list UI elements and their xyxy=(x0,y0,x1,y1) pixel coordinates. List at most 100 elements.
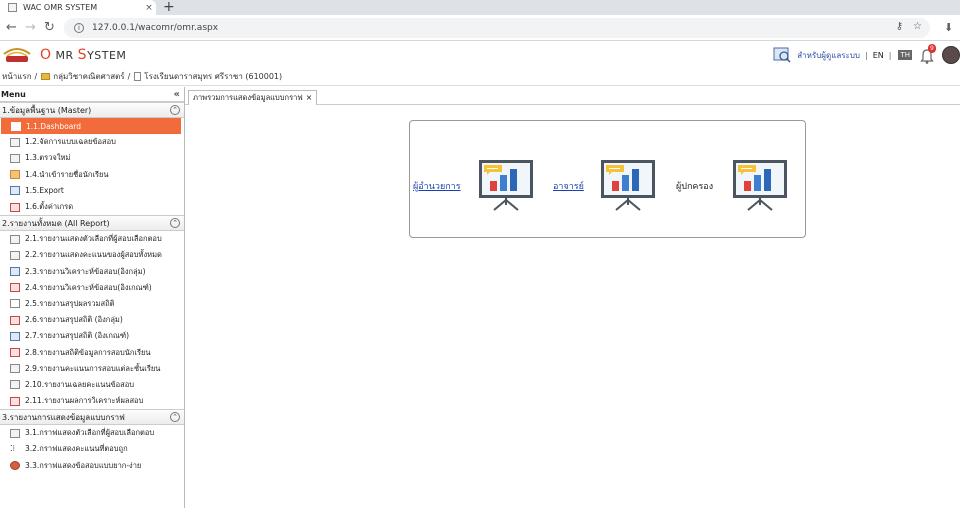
content-tabbar: ภาพรวมการแสดงข้อมูลแบบกราฟ × xyxy=(185,87,960,105)
menu-item-dashboard[interactable]: 1.1.Dashboard xyxy=(1,118,181,135)
report-icon xyxy=(10,267,20,277)
browser-tab[interactable]: WAC OMR SYSTEM × xyxy=(0,0,156,15)
close-tab-icon[interactable]: × xyxy=(306,91,313,105)
menu-item-grade-settings[interactable]: 1.6.ตั้งค่าเกรด xyxy=(0,199,184,215)
menu-item-report[interactable]: 2.4.รายงานวิเคราะห์ข้อสอบ(อิงเกณฑ์) xyxy=(0,280,184,296)
menu-item-report[interactable]: 2.2.รายงานแสดงคะแนนของผู้สอบทั้งหมด xyxy=(0,247,184,263)
menu-group-reports[interactable]: 2.รายงานทั้งหมด (All Report) ⌃ xyxy=(0,215,184,232)
menu-item-report[interactable]: 2.1.รายงานแสดงตัวเลือกที่ผู้สอบเลือกตอบ xyxy=(0,231,184,247)
collapse-group-icon[interactable]: ⌃ xyxy=(170,218,180,229)
breadcrumb-school: โรงเรียนดาราสมุทร ศรีราชา (610001) xyxy=(144,72,283,81)
folder-icon xyxy=(10,170,20,180)
pie-icon xyxy=(10,461,20,471)
menu-item-report[interactable]: 2.6.รายงานสรุปสถิติ (อิงกลุ่ม) xyxy=(0,312,184,328)
brand-name: O MR SYSTEM xyxy=(40,47,127,63)
menu-item-graph[interactable]: 3.3.กราฟแสดงข้อสอบแบบยาก-ง่าย xyxy=(0,458,184,474)
address-bar[interactable]: i 127.0.0.1/wacomr/omr.aspx ⚷ ☆ xyxy=(64,18,930,38)
lang-th-button[interactable]: TH xyxy=(898,50,912,60)
menu-item-report[interactable]: 2.8.รายงานสถิติข้อมูลการสอบนักเรียน xyxy=(0,344,184,360)
menu-item-report[interactable]: 2.3.รายงานวิเคราะห์ข้อสอบ(อิงกลุ่ม) xyxy=(0,264,184,280)
menu-item-label: 1.1.Dashboard xyxy=(26,121,82,131)
collapse-group-icon[interactable]: ⌃ xyxy=(170,105,180,115)
new-tab-button[interactable]: + xyxy=(163,0,175,15)
forward-icon[interactable]: → xyxy=(25,20,36,36)
collapse-group-icon[interactable]: ⌃ xyxy=(170,412,180,423)
collapse-sidebar-icon[interactable]: « xyxy=(174,89,180,100)
notification-button[interactable]: 9 xyxy=(918,44,938,64)
key-icon[interactable]: ⚷ xyxy=(896,21,903,32)
user-avatar[interactable] xyxy=(942,46,960,64)
divider: | xyxy=(865,50,868,60)
admin-search-icon[interactable] xyxy=(773,47,791,63)
folder-icon xyxy=(41,73,51,80)
tab-label: ภาพรวมการแสดงข้อมูลแบบกราฟ xyxy=(193,93,303,102)
lang-en-button[interactable]: EN xyxy=(873,51,884,60)
menu-group-title: 3.รายงานการแสดงข้อมูลแบบกราฟ xyxy=(2,412,125,422)
menu-item-label: 3.1.กราฟแสดงตัวเลือกที่ผู้สอบเลือกตอบ xyxy=(25,428,155,438)
settings-doc-icon xyxy=(10,202,20,212)
menu-item-graph[interactable]: 3.1.กราฟแสดงตัวเลือกที่ผู้สอบเลือกตอบ xyxy=(0,425,184,441)
hierarchy-icon xyxy=(10,137,20,147)
admin-link[interactable]: สำหรับผู้ดูแลระบบ xyxy=(797,49,860,62)
menu-item-label: 2.11.รายงานผลการวิเคราะห์ผลสอบ xyxy=(25,396,144,406)
menu-group-title: 2.รายงานทั้งหมด (All Report) xyxy=(2,218,110,228)
menu-item-label: 2.4.รายงานวิเคราะห์ข้อสอบ(อิงเกณฑ์) xyxy=(25,282,152,292)
menu-item-report[interactable]: 2.11.รายงานผลการวิเคราะห์ผลสอบ xyxy=(0,393,184,409)
breadcrumb-home[interactable]: หน้าแรก xyxy=(2,70,32,83)
reload-icon[interactable]: ↻ xyxy=(44,20,55,36)
tab-graph-overview[interactable]: ภาพรวมการแสดงข้อมูลแบบกราฟ × xyxy=(188,90,318,105)
menu-item-report[interactable]: 2.9.รายงานคะแนนการสอบแต่ละชั้นเรียน xyxy=(0,361,184,377)
menu-item-label: 2.9.รายงานคะแนนการสอบแต่ละชั้นเรียน xyxy=(25,363,161,373)
teacher-link[interactable]: อาจารย์ xyxy=(553,179,584,193)
menu-item-graph[interactable]: ⁚⁝ 3.2.กราฟแสดงคะแนนที่ตอบถูก xyxy=(0,441,184,457)
menu-item-recheck[interactable]: 1.3.ตรวจใหม่ xyxy=(0,150,184,166)
close-tab-icon[interactable]: × xyxy=(142,3,156,13)
dashboard-icon xyxy=(11,121,21,131)
menu-item-label: 1.2.จัดการแบบเฉลยข้อสอบ xyxy=(25,137,116,147)
breadcrumb-separator: / xyxy=(127,72,131,81)
site-info-icon[interactable]: i xyxy=(74,23,84,33)
menu-item-label: 2.2.รายงานแสดงคะแนนของผู้สอบทั้งหมด xyxy=(25,250,162,260)
app-header: O MR SYSTEM สำหรับผู้ดูแลระบบ | EN | TH … xyxy=(0,41,960,68)
presentation-board-icon[interactable] xyxy=(600,159,656,211)
menu-item-report[interactable]: 2.10.รายงานเฉลยคะแนนข้อสอบ xyxy=(0,377,184,393)
menu-item-answer-key[interactable]: 1.2.จัดการแบบเฉลยข้อสอบ xyxy=(0,134,184,150)
menu-item-label: 2.10.รายงานเฉลยคะแนนข้อสอบ xyxy=(25,379,134,389)
export-icon xyxy=(10,186,20,196)
report-icon xyxy=(10,234,20,244)
report-icon xyxy=(10,250,20,260)
parent-label: ผู้ปกครอง xyxy=(676,182,714,192)
menu-group-graphs[interactable]: 3.รายงานการแสดงข้อมูลแบบกราฟ ⌃ xyxy=(0,409,184,426)
bookmark-star-icon[interactable]: ☆ xyxy=(913,21,922,32)
breadcrumb-group[interactable]: กลุ่มวิชาคณิตศาสตร์ xyxy=(53,70,124,83)
notification-badge: 9 xyxy=(928,44,936,53)
page-favicon-icon xyxy=(8,3,17,12)
sidebar-header: Menu « xyxy=(0,87,184,102)
director-link[interactable]: ผู้อำนวยการ xyxy=(413,179,461,193)
menu-item-export[interactable]: 1.5.Export xyxy=(0,183,184,199)
sidebar: Menu « 1.ข้อมูลพื้นฐาน (Master) ⌃ 1.1.Da… xyxy=(0,87,185,508)
scatter-icon: ⁚⁝ xyxy=(10,443,16,453)
menu-item-import-students[interactable]: 1.4.นำเข้ารายชื่อนักเรียน xyxy=(0,167,184,183)
menu-group-master[interactable]: 1.ข้อมูลพื้นฐาน (Master) ⌃ xyxy=(0,102,184,118)
presentation-board-icon[interactable] xyxy=(478,159,534,211)
main-content: ภาพรวมการแสดงข้อมูลแบบกราฟ × ผู้อำนวยการ… xyxy=(185,87,960,508)
menu-item-label: 2.6.รายงานสรุปสถิติ (อิงกลุ่ม) xyxy=(25,315,123,325)
report-red-icon xyxy=(10,283,20,293)
document-icon xyxy=(134,72,142,81)
download-icon[interactable]: ⬇ xyxy=(944,21,953,34)
presentation-board-icon[interactable] xyxy=(732,159,788,211)
report-red-icon xyxy=(10,315,20,325)
divider: | xyxy=(888,50,892,60)
url-text[interactable]: 127.0.0.1/wacomr/omr.aspx xyxy=(92,23,218,33)
browser-tab-title: WAC OMR SYSTEM xyxy=(23,3,98,12)
menu-item-label: 3.3.กราฟแสดงข้อสอบแบบยาก-ง่าย xyxy=(25,460,142,470)
menu-item-report[interactable]: 2.5.รายงานสรุปผลรวมสถิติ xyxy=(0,296,184,312)
menu-item-label: 2.1.รายงานแสดงตัวเลือกที่ผู้สอบเลือกตอบ xyxy=(25,234,162,244)
menu-item-label: 2.5.รายงานสรุปผลรวมสถิติ xyxy=(25,298,115,308)
chart-icon xyxy=(10,331,20,341)
menu-item-report[interactable]: 2.7.รายงานสรุปสถิติ (อิงเกณฑ์) xyxy=(0,328,184,344)
menu-item-label: 1.4.นำเข้ารายชื่อนักเรียน xyxy=(25,169,109,179)
report-icon xyxy=(10,380,20,390)
back-icon[interactable]: ← xyxy=(6,20,17,36)
